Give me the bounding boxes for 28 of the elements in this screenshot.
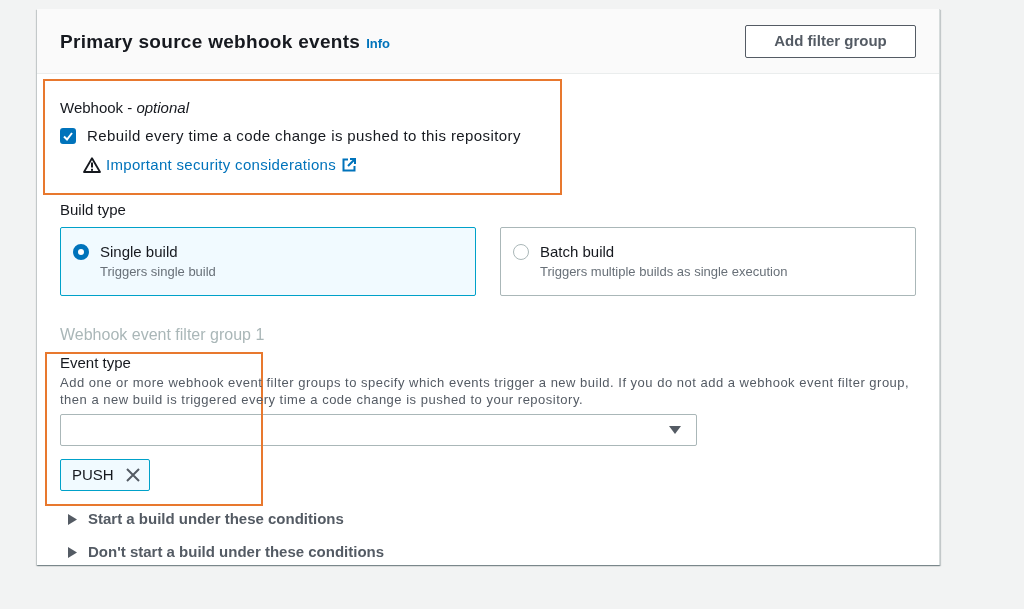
security-link[interactable]: Important security considerations [106,155,336,175]
radio-card[interactable]: Batch build Triggers multiple builds as single execution [500,227,916,296]
token-label: PUSH [72,465,114,485]
info-link[interactable]: Info [366,33,390,53]
remove-icon[interactable] [125,468,140,482]
option-title: Single build [100,243,179,261]
add-filter-group-button[interactable]: Add filter group [745,24,916,58]
caret-right-icon [68,546,77,558]
radio-card[interactable]: Single build Triggers single build [60,227,476,296]
radio-button[interactable] [73,244,89,260]
option-description: Triggers multiple builds as single execution [540,263,788,280]
caret-down-icon [669,426,681,434]
field-label: Webhook - optional [60,98,191,118]
group-title: Webhook event filter group 1 [60,325,266,345]
expand-toggle[interactable]: Start a build under these conditions [60,509,344,529]
field-label: Event type [60,353,132,373]
warning-icon [83,157,101,173]
checkbox-label: Rebuild every time a code change is pushed to this repository [87,126,521,146]
option-title: Batch build [540,243,616,261]
external-link-icon [342,158,356,172]
checkbox[interactable] [60,128,76,144]
check-icon [63,131,73,141]
caret-right-icon [68,513,77,525]
expand-toggle[interactable]: Don't start a build under these conditions [60,542,385,562]
radio-button[interactable] [513,244,529,260]
option-description: Triggers single build [100,263,216,280]
panel-title: Primary source webhook events [60,29,361,54]
field-label: Build type [60,200,127,220]
